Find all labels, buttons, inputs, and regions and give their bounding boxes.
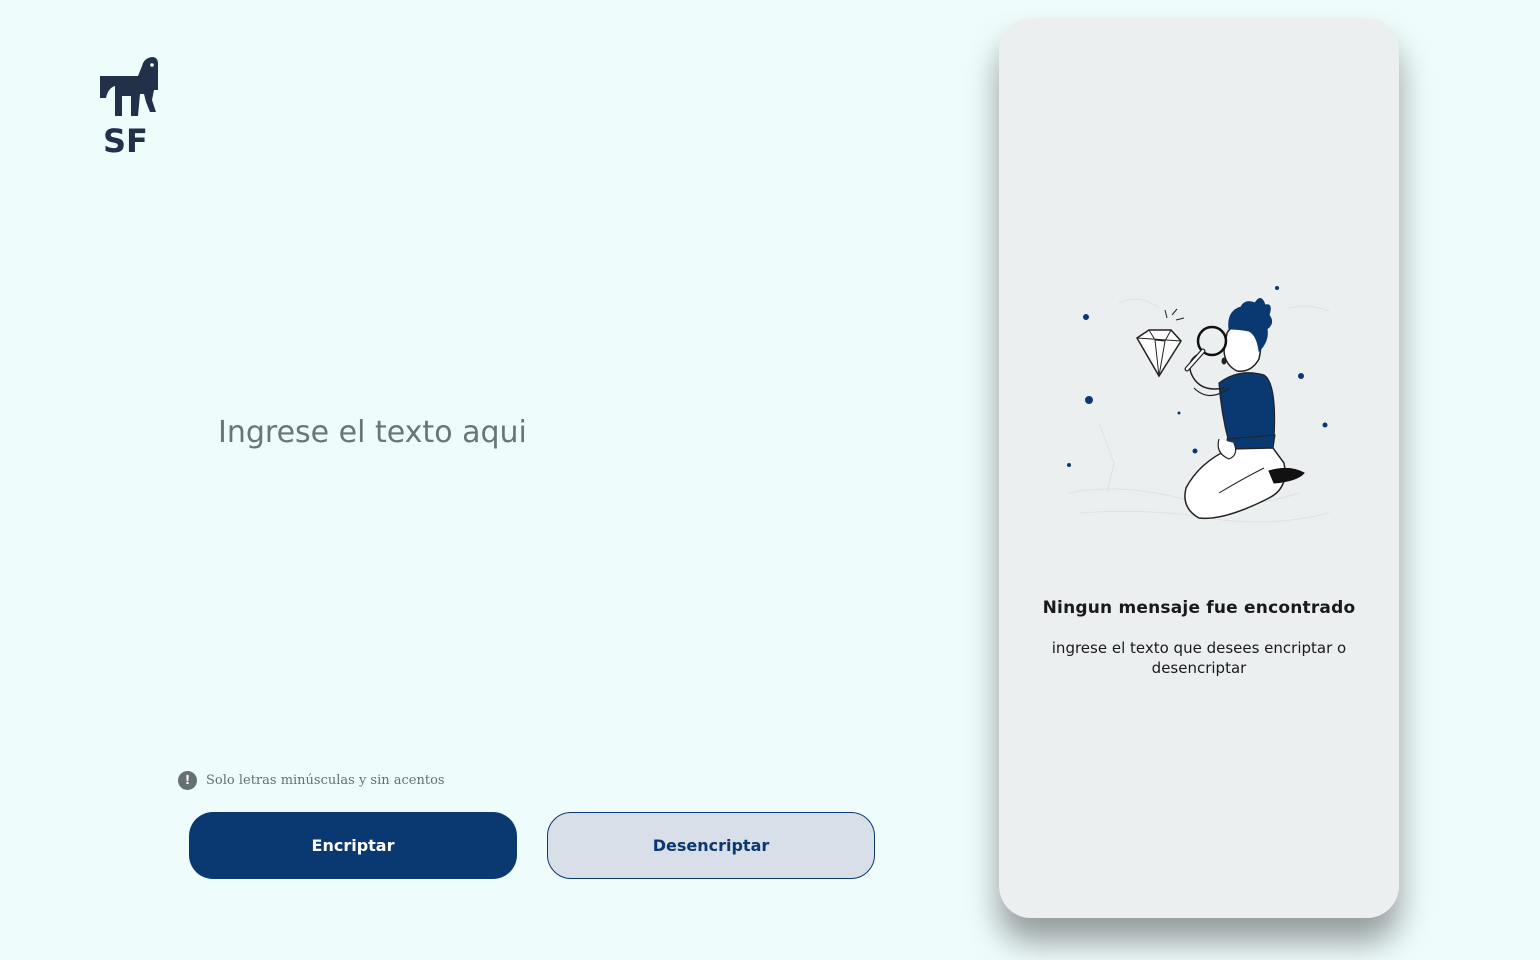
exclamation-circle-icon: ! [178,770,197,790]
logo-text: SF [103,122,148,154]
dog-logo-icon: SF [100,57,158,154]
person-magnifying-glass-diamond-illustration [1059,263,1339,528]
message-input[interactable] [218,415,878,745]
output-title: Ningun mensaje fue encontrado [1042,598,1356,618]
input-hint: ! Solo letras minúsculas y sin acentos [178,770,445,790]
encrypt-button[interactable]: Encriptar [189,812,517,879]
hint-text: Solo letras minúsculas y sin acentos [206,772,445,788]
output-subtitle: ingrese el texto que desees encriptar o … [1051,639,1347,677]
app-page: SF ! Solo letras minúsculas y sin acento… [0,0,1540,960]
output-panel: Ningun mensaje fue encontrado ingrese el… [999,18,1399,918]
decrypt-button[interactable]: Desencriptar [547,812,875,879]
logo[interactable]: SF [98,56,160,154]
